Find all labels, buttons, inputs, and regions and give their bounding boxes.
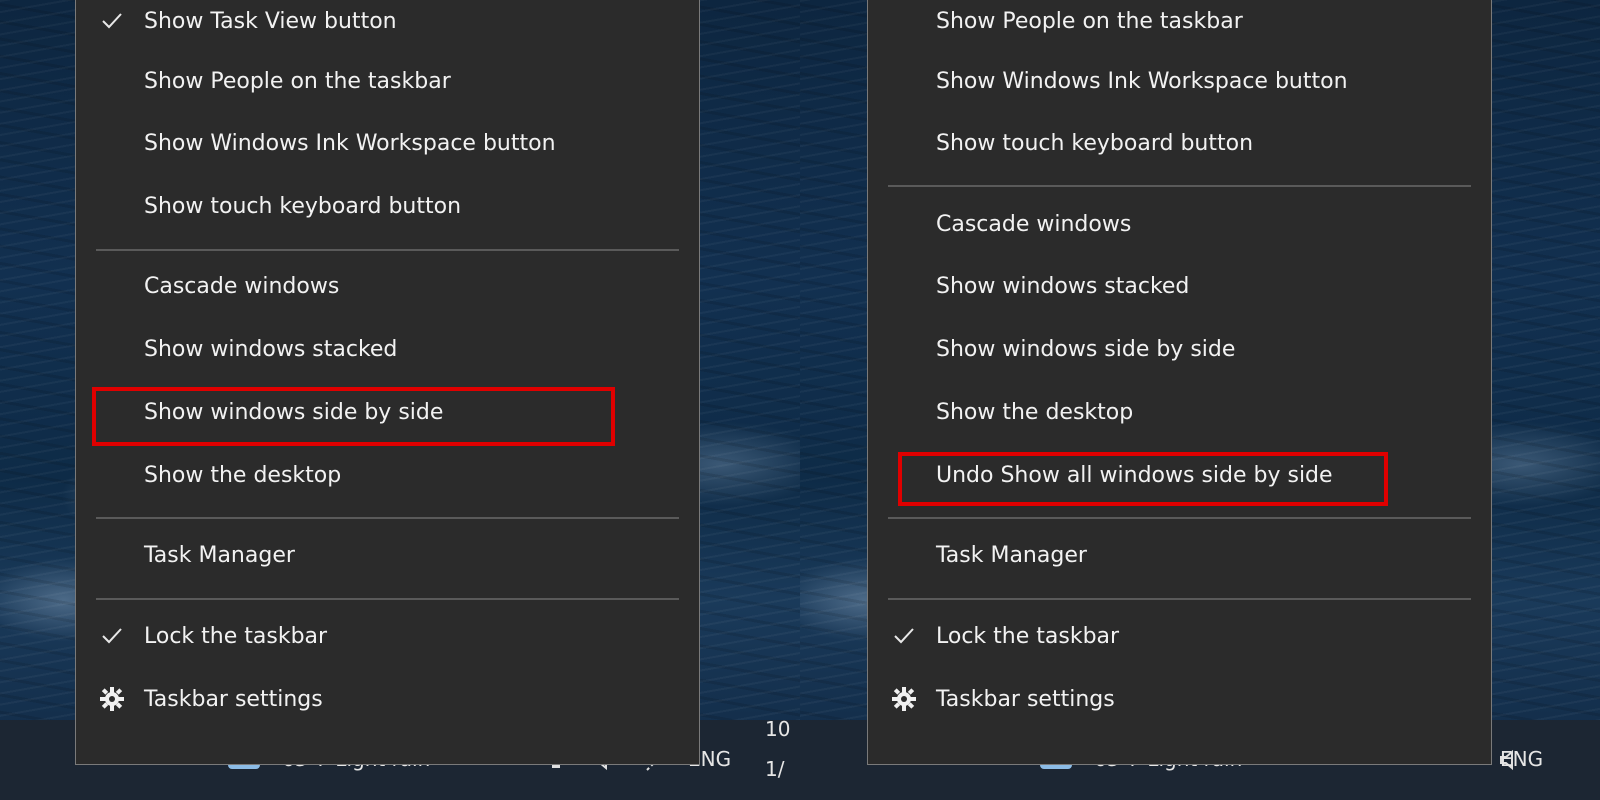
menu-item-label: Taskbar settings (936, 686, 1115, 712)
gear-icon (98, 685, 126, 713)
menu-item-label: Show Windows Ink Workspace button (144, 130, 556, 156)
language-indicator[interactable]: ENG (1500, 747, 1543, 771)
right-screenshot-panel: 63°F Light rain ENG Show People on the t… (800, 0, 1600, 800)
menu-item-lock-the-taskbar[interactable]: Lock the taskbar (868, 611, 1491, 661)
menu-item-label: Cascade windows (936, 211, 1132, 237)
menu-item-taskbar-settings[interactable]: Taskbar settings (868, 674, 1491, 724)
menu-separator (96, 598, 679, 600)
menu-item-cascade-windows[interactable]: Cascade windows (868, 199, 1491, 249)
menu-separator (888, 598, 1471, 600)
menu-item-label: Show the desktop (144, 462, 342, 488)
checkmark-icon (98, 7, 126, 35)
menu-item-show-windows-stacked[interactable]: Show windows stacked (868, 261, 1491, 311)
menu-item-label: Show People on the taskbar (144, 68, 451, 94)
menu-item-show-people-on-the-taskbar[interactable]: Show People on the taskbar (76, 56, 699, 106)
menu-item-label: Task Manager (936, 542, 1087, 568)
clock-time[interactable]: 10 (765, 717, 790, 741)
menu-separator (96, 249, 679, 251)
taskbar-context-menu: Show People on the taskbar Show Windows I… (867, 0, 1492, 765)
menu-item-cascade-windows[interactable]: Cascade windows (76, 261, 699, 311)
menu-item-label: Show windows stacked (144, 336, 398, 362)
taskbar-context-menu: Show Task View button Show People on the … (75, 0, 700, 765)
menu-item-label: Cascade windows (144, 273, 340, 299)
menu-item-label: Show touch keyboard button (936, 130, 1254, 156)
left-screenshot-panel: 63°F Light rain ENG 10 1/ Show Task View… (0, 0, 800, 800)
highlight-box (898, 452, 1388, 506)
menu-item-label: Lock the taskbar (144, 623, 328, 649)
menu-item-label: Show windows stacked (936, 273, 1190, 299)
menu-item-show-windows-stacked[interactable]: Show windows stacked (76, 324, 699, 374)
menu-separator (888, 185, 1471, 187)
menu-item-show-windows-ink-workspace-button[interactable]: Show Windows Ink Workspace button (868, 56, 1491, 106)
menu-item-label: Show windows side by side (936, 336, 1236, 362)
menu-item-label: Show the desktop (936, 399, 1134, 425)
menu-item-lock-the-taskbar[interactable]: Lock the taskbar (76, 611, 699, 661)
menu-item-show-windows-ink-workspace-button[interactable]: Show Windows Ink Workspace button (76, 118, 699, 168)
menu-item-label: Show Windows Ink Workspace button (936, 68, 1348, 94)
checkmark-icon (98, 622, 126, 650)
menu-item-show-task-view-button[interactable]: Show Task View button (76, 0, 699, 46)
menu-item-label: Lock the taskbar (936, 623, 1120, 649)
gear-icon (890, 685, 918, 713)
menu-item-show-touch-keyboard-button[interactable]: Show touch keyboard button (868, 118, 1491, 168)
menu-separator (888, 517, 1471, 519)
menu-item-label: Show Task View button (144, 8, 397, 34)
checkmark-icon (890, 622, 918, 650)
menu-item-task-manager[interactable]: Task Manager (868, 530, 1491, 580)
menu-item-show-the-desktop[interactable]: Show the desktop (868, 387, 1491, 437)
menu-item-label: Taskbar settings (144, 686, 323, 712)
highlight-box (92, 387, 615, 446)
menu-item-label: Task Manager (144, 542, 295, 568)
menu-item-show-touch-keyboard-button[interactable]: Show touch keyboard button (76, 181, 699, 231)
menu-separator (96, 517, 679, 519)
menu-item-show-people-on-the-taskbar[interactable]: Show People on the taskbar (868, 0, 1491, 46)
clock-date[interactable]: 1/ (765, 757, 784, 781)
menu-item-taskbar-settings[interactable]: Taskbar settings (76, 674, 699, 724)
menu-item-label: Show People on the taskbar (936, 8, 1243, 34)
menu-item-show-windows-side-by-side[interactable]: Show windows side by side (868, 324, 1491, 374)
menu-item-label: Show touch keyboard button (144, 193, 462, 219)
menu-item-show-the-desktop[interactable]: Show the desktop (76, 450, 699, 500)
menu-item-task-manager[interactable]: Task Manager (76, 530, 699, 580)
